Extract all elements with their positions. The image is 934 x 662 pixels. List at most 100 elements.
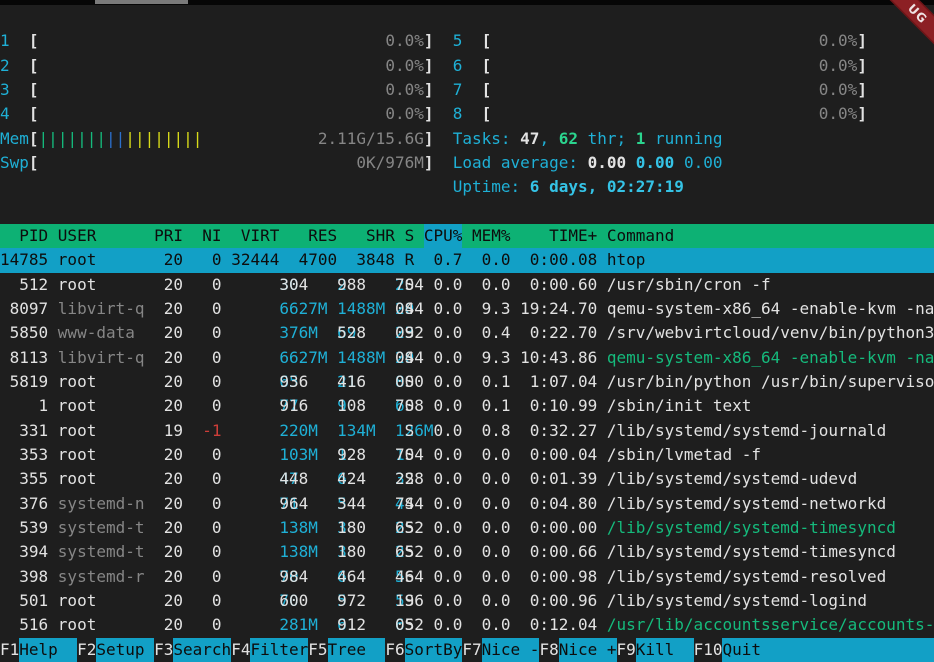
fkey-key-f2[interactable]: F2	[77, 638, 96, 662]
cell-s: S	[405, 516, 415, 540]
column-header-cpu[interactable]: CPU%	[424, 224, 463, 248]
cpu-meter-line: 2[0.0%]6[0.0%]	[0, 54, 934, 78]
cell-cpu: 0.0	[424, 297, 463, 321]
cell-cpu: 0.0	[424, 370, 463, 394]
mem-bar-blue: |	[116, 129, 126, 148]
cell-user: root	[58, 419, 145, 443]
cpu-meter-close-bracket: ]	[857, 78, 867, 102]
fkey-key-f4[interactable]: F4	[231, 638, 250, 662]
column-header-s[interactable]: S	[405, 224, 415, 248]
cell-pid: 1	[0, 394, 48, 418]
process-row[interactable]: 516root200281M69126052S0.00.00:12.04/usr…	[0, 613, 934, 637]
load-average: Load average: 0.00 0.00 0.00	[453, 151, 723, 175]
mem-bar-yellow: |	[145, 129, 155, 148]
mem-bar-yellow: |	[193, 129, 203, 148]
cell-cmd: /srv/webvirtcloud/venv/bin/python3	[607, 321, 934, 345]
cell-time: 0:00.04	[520, 443, 597, 467]
process-row[interactable]: 8097libvirt-q2006627M1488M20044S0.09.319…	[0, 297, 934, 321]
cell-pid: 512	[0, 273, 48, 297]
load-five: 0.00	[636, 153, 684, 172]
cpu-meter-close-bracket: ]	[857, 102, 867, 126]
cell-ni: 0	[193, 370, 222, 394]
fkey-action-nice-+[interactable]: Nice +	[559, 638, 617, 662]
fkey-key-f10[interactable]: F10	[694, 638, 723, 662]
fkey-action-tree[interactable]: Tree	[328, 638, 386, 662]
load-fifteen: 0.00	[684, 153, 723, 172]
cell-s: S	[405, 443, 415, 467]
cpu-meter-close-bracket: ]	[424, 78, 434, 102]
cell-mem: 0.0	[472, 516, 511, 540]
column-header-ni[interactable]: NI	[193, 224, 222, 248]
column-header-pid[interactable]: PID	[0, 224, 48, 248]
cell-user: systemd-r	[58, 565, 145, 589]
process-row[interactable]: 501root2007060059725196S0.00.00:00.96/li…	[0, 589, 934, 613]
swp-meter-value: 0K/976M	[356, 151, 423, 175]
process-row[interactable]: 512root2003030429882704S0.00.00:00.60/us…	[0, 273, 934, 297]
cpu-meter-label: 1	[0, 29, 10, 53]
column-header-time[interactable]: TIME+	[520, 224, 607, 248]
column-header-res[interactable]: RES	[289, 224, 337, 248]
fkey-action-kill[interactable]: Kill	[636, 638, 694, 662]
cell-cpu: 0.0	[424, 589, 463, 613]
fkey-action-setup[interactable]: Setup	[96, 638, 154, 662]
column-header-user[interactable]: USER	[58, 224, 145, 248]
fkey-action-quit[interactable]: Quit	[722, 638, 934, 662]
fkey-action-search[interactable]: Search	[173, 638, 231, 662]
cell-mem: 0.0	[472, 467, 511, 491]
process-row[interactable]: 5819root20065936214168000S0.00.11:07.04/…	[0, 370, 934, 394]
fkey-key-f3[interactable]: F3	[154, 638, 173, 662]
cell-time: 0:01.39	[520, 467, 597, 491]
process-row[interactable]: 14785root2003244447003848R0.70.00:00.08h…	[0, 248, 934, 272]
cell-pid: 5850	[0, 321, 48, 345]
column-header-shr[interactable]: SHR	[347, 224, 395, 248]
cell-pid: 501	[0, 589, 48, 613]
column-header-pri[interactable]: PRI	[154, 224, 183, 248]
cell-pri: 20	[154, 443, 183, 467]
fkey-key-f8[interactable]: F8	[539, 638, 558, 662]
cell-user: root	[58, 394, 145, 418]
mem-bar-green: |	[58, 129, 68, 148]
column-header-cmd[interactable]: Command	[607, 224, 934, 248]
fkey-key-f1[interactable]: F1	[0, 638, 19, 662]
process-row[interactable]: 394systemd-t200138M31802652S0.00.00:00.6…	[0, 540, 934, 564]
cpu-meter-close-bracket: ]	[857, 54, 867, 78]
cpu-meter-value: 0.0%	[819, 102, 858, 126]
cpu-meter-open-bracket: [	[482, 78, 492, 102]
fkey-action-filter[interactable]: Filter	[250, 638, 308, 662]
cell-pri: 20	[154, 540, 183, 564]
fkey-key-f9[interactable]: F9	[617, 638, 636, 662]
cell-pri: 20	[154, 273, 183, 297]
fkey-key-f7[interactable]: F7	[462, 638, 481, 662]
fkey-action-sortby[interactable]: SortBy	[405, 638, 463, 662]
cell-ni: 0	[193, 443, 222, 467]
mem-bar-blue: |	[106, 129, 116, 148]
cell-ni: 0	[193, 394, 222, 418]
cell-pri: 20	[154, 589, 183, 613]
process-row[interactable]: 5850www-data200376M6952823092S0.00.40:22…	[0, 321, 934, 345]
mem-meter-open-bracket: [	[29, 127, 39, 151]
process-row[interactable]: 398systemd-r2007098464645464S0.00.00:00.…	[0, 565, 934, 589]
process-row[interactable]: 8113libvirt-q2006627M1488M20044S0.09.310…	[0, 346, 934, 370]
process-row[interactable]: 376systemd-n2007196453444744S0.00.00:04.…	[0, 492, 934, 516]
fkey-key-f6[interactable]: F6	[385, 638, 404, 662]
cell-pri: 20	[154, 370, 183, 394]
column-header-mem[interactable]: MEM%	[472, 224, 511, 248]
cpu-meter-line: 3[0.0%]7[0.0%]	[0, 78, 934, 102]
cell-s: S	[405, 589, 415, 613]
process-row[interactable]: 353root200103M19281704S0.00.00:00.04/sbi…	[0, 443, 934, 467]
process-row[interactable]: 331root19-1220M134M126MS0.00.80:32.27/li…	[0, 419, 934, 443]
column-header-virt[interactable]: VIRT	[231, 224, 279, 248]
fkey-action-help[interactable]: Help	[19, 638, 77, 662]
process-row[interactable]: 539systemd-t200138M31802652S0.00.00:00.0…	[0, 516, 934, 540]
fkey-key-f5[interactable]: F5	[308, 638, 327, 662]
cpu-meter-close-bracket: ]	[424, 54, 434, 78]
cell-s: S	[405, 565, 415, 589]
cell-s: S	[405, 492, 415, 516]
process-row[interactable]: 355root2004744864243228S0.00.00:01.39/li…	[0, 467, 934, 491]
cell-user: libvirt-q	[58, 346, 145, 370]
cpu-meter-open-bracket: [	[482, 29, 492, 53]
fkey-action-nice--[interactable]: Nice -	[482, 638, 540, 662]
tasks-summary: Tasks: 47, 62 thr; 1 running	[453, 127, 723, 151]
cell-pid: 398	[0, 565, 48, 589]
process-row[interactable]: 1root2007791691086708S0.00.10:10.99/sbin…	[0, 394, 934, 418]
